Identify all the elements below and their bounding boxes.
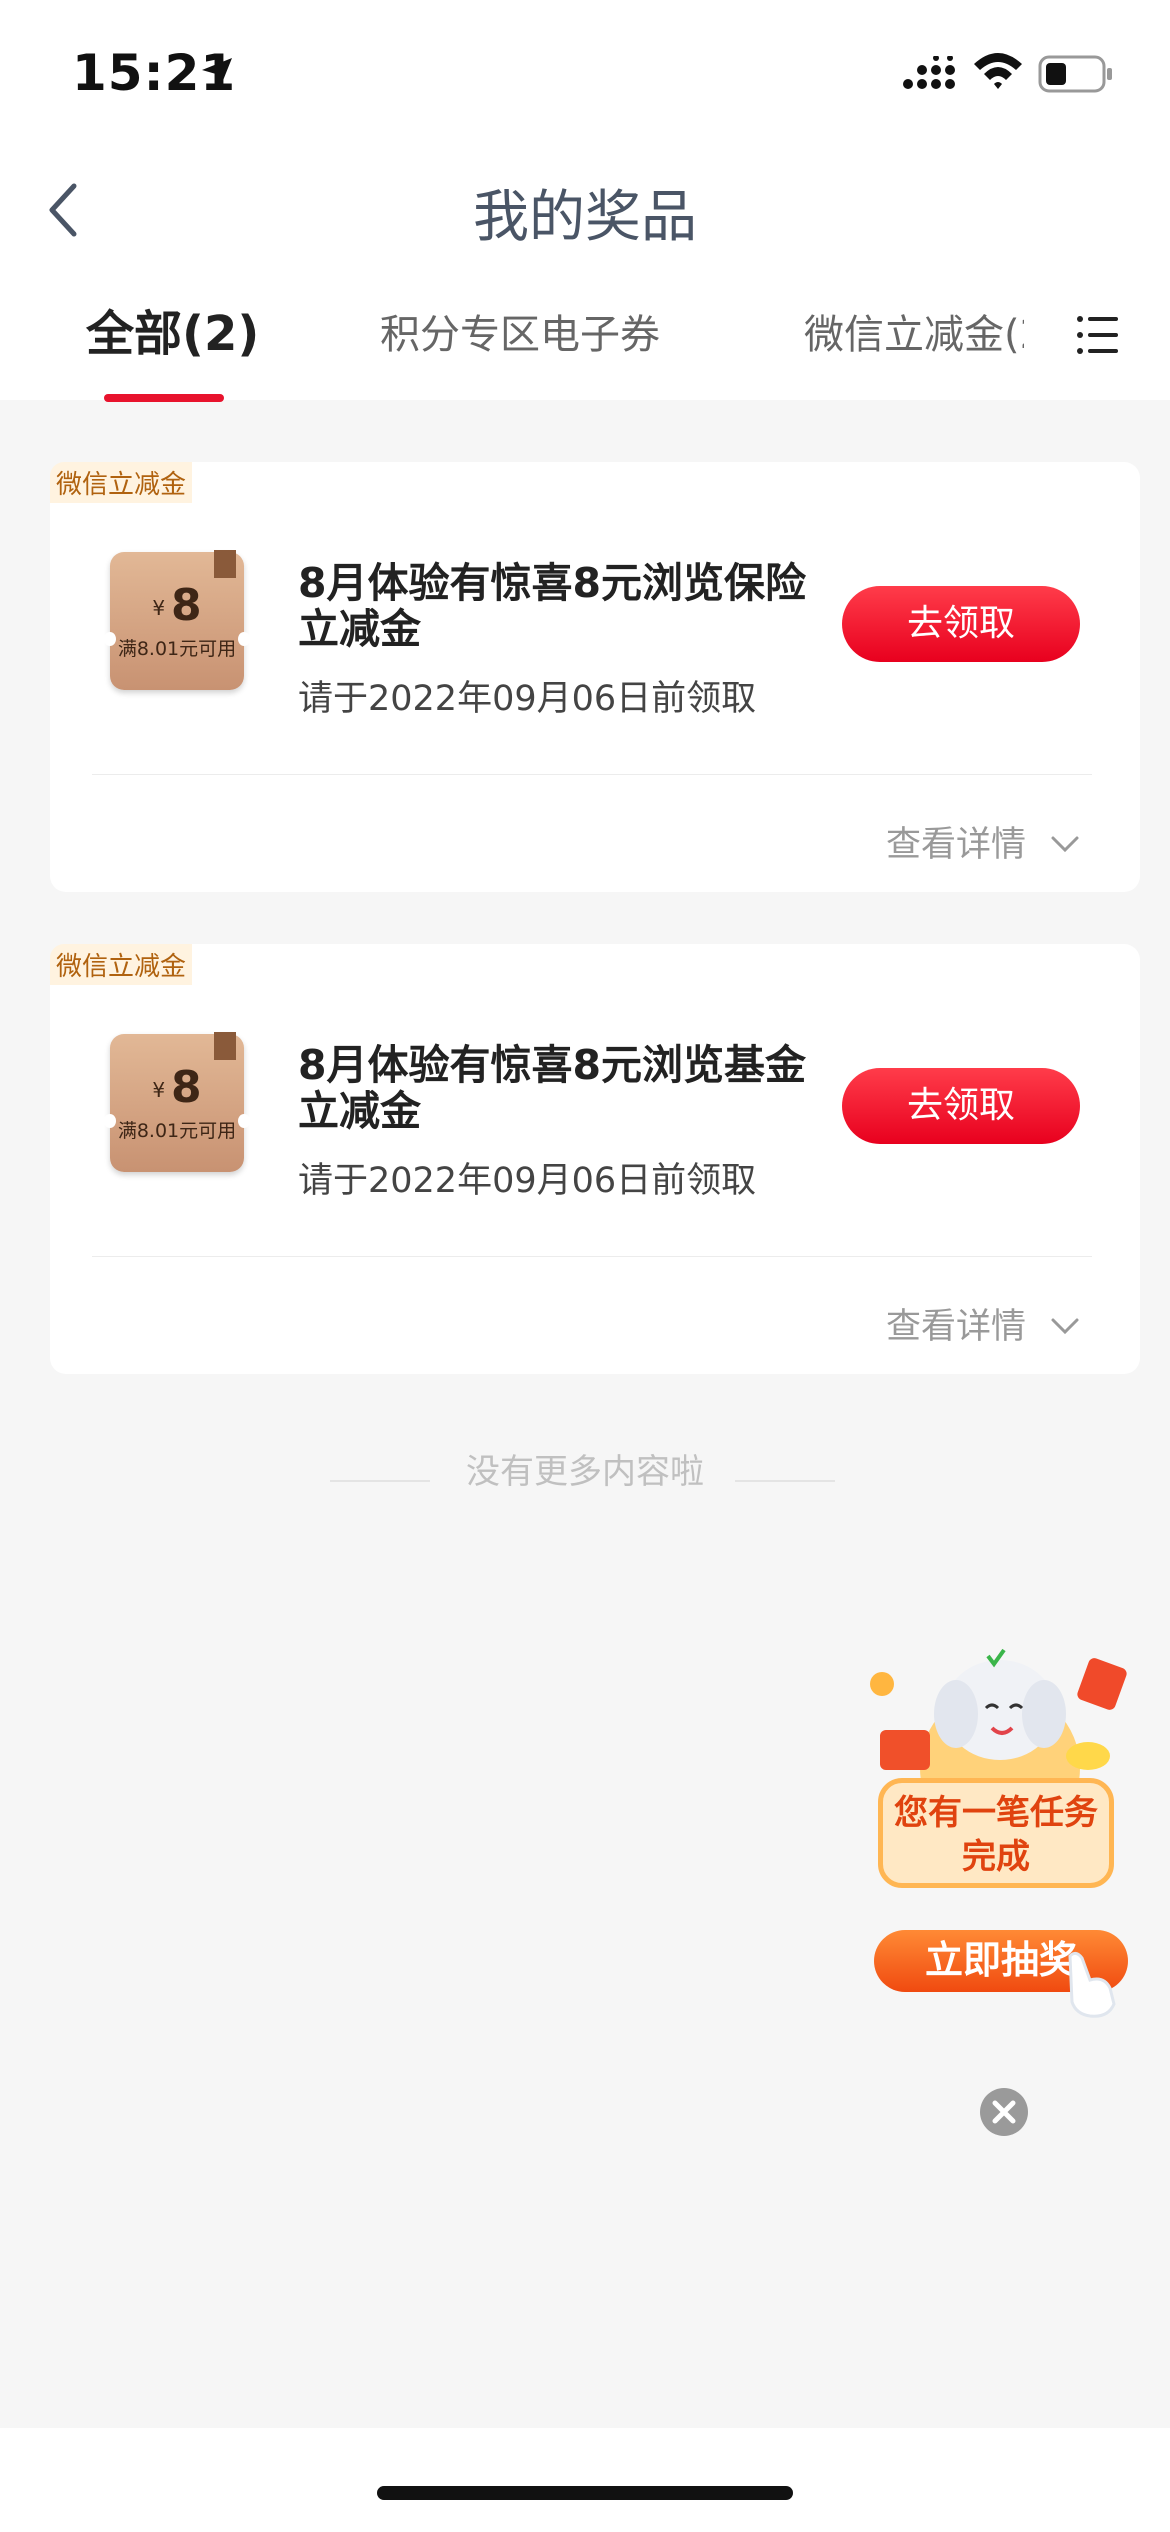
view-details-link[interactable]: 查看详情 — [886, 816, 1026, 867]
wifi-icon — [974, 53, 1022, 89]
home-indicator[interactable] — [377, 2486, 793, 2500]
prize-card: 微信立减金 ¥8 满8.01元可用 8月体验有惊喜8元浏览基金立减金 请于202… — [50, 944, 1140, 1374]
coupon-thumbnail: ¥8 满8.01元可用 — [104, 550, 250, 690]
coupon-value: 8 — [171, 1062, 202, 1113]
bottom-safe-area — [0, 2428, 1170, 2532]
end-of-list-text: 没有更多内容啦 — [466, 1452, 704, 1492]
coupon-value: 8 — [171, 580, 202, 631]
prize-title: 8月体验有惊喜8元浏览基金立减金 — [298, 1041, 807, 1135]
battery-icon — [1038, 55, 1112, 93]
location-arrow-icon — [202, 58, 232, 88]
status-bar: 15:21 — [0, 0, 1170, 150]
coupon-amount: ¥8 — [110, 580, 244, 631]
bookmark-ribbon-icon — [214, 1032, 236, 1060]
view-details-link[interactable]: 查看详情 — [886, 1298, 1026, 1349]
cellular-signal-icon — [903, 56, 955, 89]
promo-message: 您有一笔任务完成 — [878, 1778, 1114, 1888]
divider — [92, 774, 1092, 775]
tab-points-coupons[interactable]: 积分专区电子券 — [380, 302, 660, 360]
header: 我的奖品 全部(2) 积分专区电子券 微信立减金(2 — [0, 150, 1170, 402]
tab-wechat-discount[interactable]: 微信立减金(2 — [804, 302, 1024, 360]
claim-button[interactable]: 去领取 — [842, 1068, 1080, 1144]
coupon-condition: 满8.01元可用 — [117, 638, 237, 660]
coupon-thumbnail: ¥8 满8.01元可用 — [104, 1032, 250, 1172]
coupon-condition: 满8.01元可用 — [117, 1120, 237, 1142]
prize-type-badge: 微信立减金 — [50, 944, 193, 985]
elephant-mascot-icon — [870, 1648, 1127, 1798]
coupon-currency: ¥ — [152, 1078, 166, 1102]
tab-bar: 全部(2) 积分专区电子券 微信立减金(2 — [0, 302, 1170, 400]
bookmark-ribbon-icon — [214, 550, 236, 578]
page-title: 我的奖品 — [473, 185, 697, 250]
tab-wechat-discount-wrapper: 微信立减金(2 — [804, 302, 1024, 362]
close-promo-button[interactable] — [980, 2088, 1028, 2136]
active-tab-indicator — [104, 394, 224, 402]
prize-card: 微信立减金 ¥8 满8.01元可用 8月体验有惊喜8元浏览保险立减金 请于202… — [50, 462, 1140, 892]
tab-all[interactable]: 全部(2) — [86, 294, 259, 364]
divider-line — [735, 1480, 835, 1482]
prize-deadline: 请于2022年09月06日前领取 — [298, 679, 757, 719]
list-menu-icon[interactable] — [1076, 315, 1120, 355]
claim-button[interactable]: 去领取 — [842, 586, 1080, 662]
prize-type-badge: 微信立减金 — [50, 462, 193, 503]
coupon-currency: ¥ — [152, 596, 166, 620]
divider — [92, 1256, 1092, 1257]
prize-title: 8月体验有惊喜8元浏览保险立减金 — [298, 559, 807, 653]
pointing-hand-icon — [1068, 1951, 1116, 2018]
coupon-amount: ¥8 — [110, 1062, 244, 1113]
chevron-down-icon[interactable] — [1050, 834, 1080, 854]
prize-deadline: 请于2022年09月06日前领取 — [298, 1161, 757, 1201]
chevron-down-icon[interactable] — [1050, 1316, 1080, 1336]
lottery-promo-widget[interactable]: 您有一笔任务完成 立即抽奖 — [860, 1648, 1140, 2038]
close-icon[interactable] — [980, 2088, 1028, 2136]
